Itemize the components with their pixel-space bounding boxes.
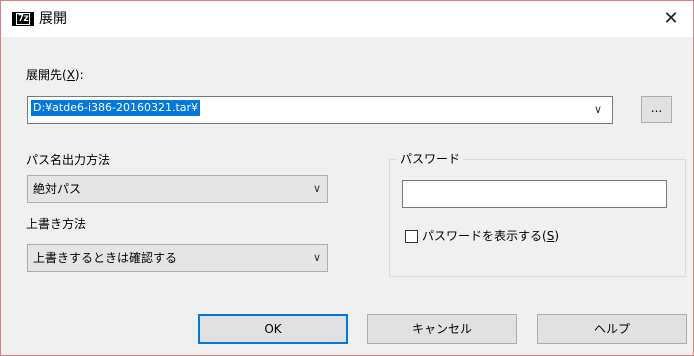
chevron-down-icon[interactable]: ∨ [313, 176, 321, 202]
extract-dialog: 7z 展開 ✕ 展開先(X): D:¥atde6-i386-20160321.t… [0, 0, 694, 356]
path-mode-label: パス名出力方法 [26, 153, 111, 167]
extract-to-label: 展開先(X): [26, 68, 84, 82]
chevron-down-icon[interactable]: ∨ [313, 245, 321, 271]
show-password-label[interactable]: パスワードを表示する(S) [422, 228, 559, 244]
overwrite-mode-dropdown[interactable]: 上書きするときは確認する ∨ [27, 244, 328, 272]
ok-button[interactable]: OK [198, 314, 348, 344]
cancel-button[interactable]: キャンセル [367, 314, 517, 344]
show-password-checkbox[interactable] [405, 230, 418, 243]
extract-to-combobox[interactable]: D:¥atde6-i386-20160321.tar¥ ∨ [27, 96, 613, 124]
browse-button[interactable]: ... [641, 96, 672, 123]
window-title: 展開 [39, 11, 67, 27]
path-mode-dropdown[interactable]: 絶対パス ∨ [27, 175, 328, 203]
password-group-title: パスワード [397, 151, 464, 167]
password-groupbox [389, 159, 686, 277]
password-input[interactable] [402, 180, 667, 208]
overwrite-mode-value: 上書きするときは確認する [33, 251, 178, 265]
help-button[interactable]: ヘルプ [537, 314, 687, 344]
7zip-app-icon: 7z [12, 12, 34, 26]
overwrite-mode-label: 上書き方法 [26, 217, 87, 231]
extract-to-path-value[interactable]: D:¥atde6-i386-20160321.tar¥ [31, 100, 201, 116]
title-bar: 7z 展開 ✕ [1, 1, 693, 37]
path-mode-value: 絶対パス [33, 182, 82, 196]
close-icon[interactable]: ✕ [649, 1, 693, 37]
chevron-down-icon[interactable]: ∨ [590, 102, 606, 118]
